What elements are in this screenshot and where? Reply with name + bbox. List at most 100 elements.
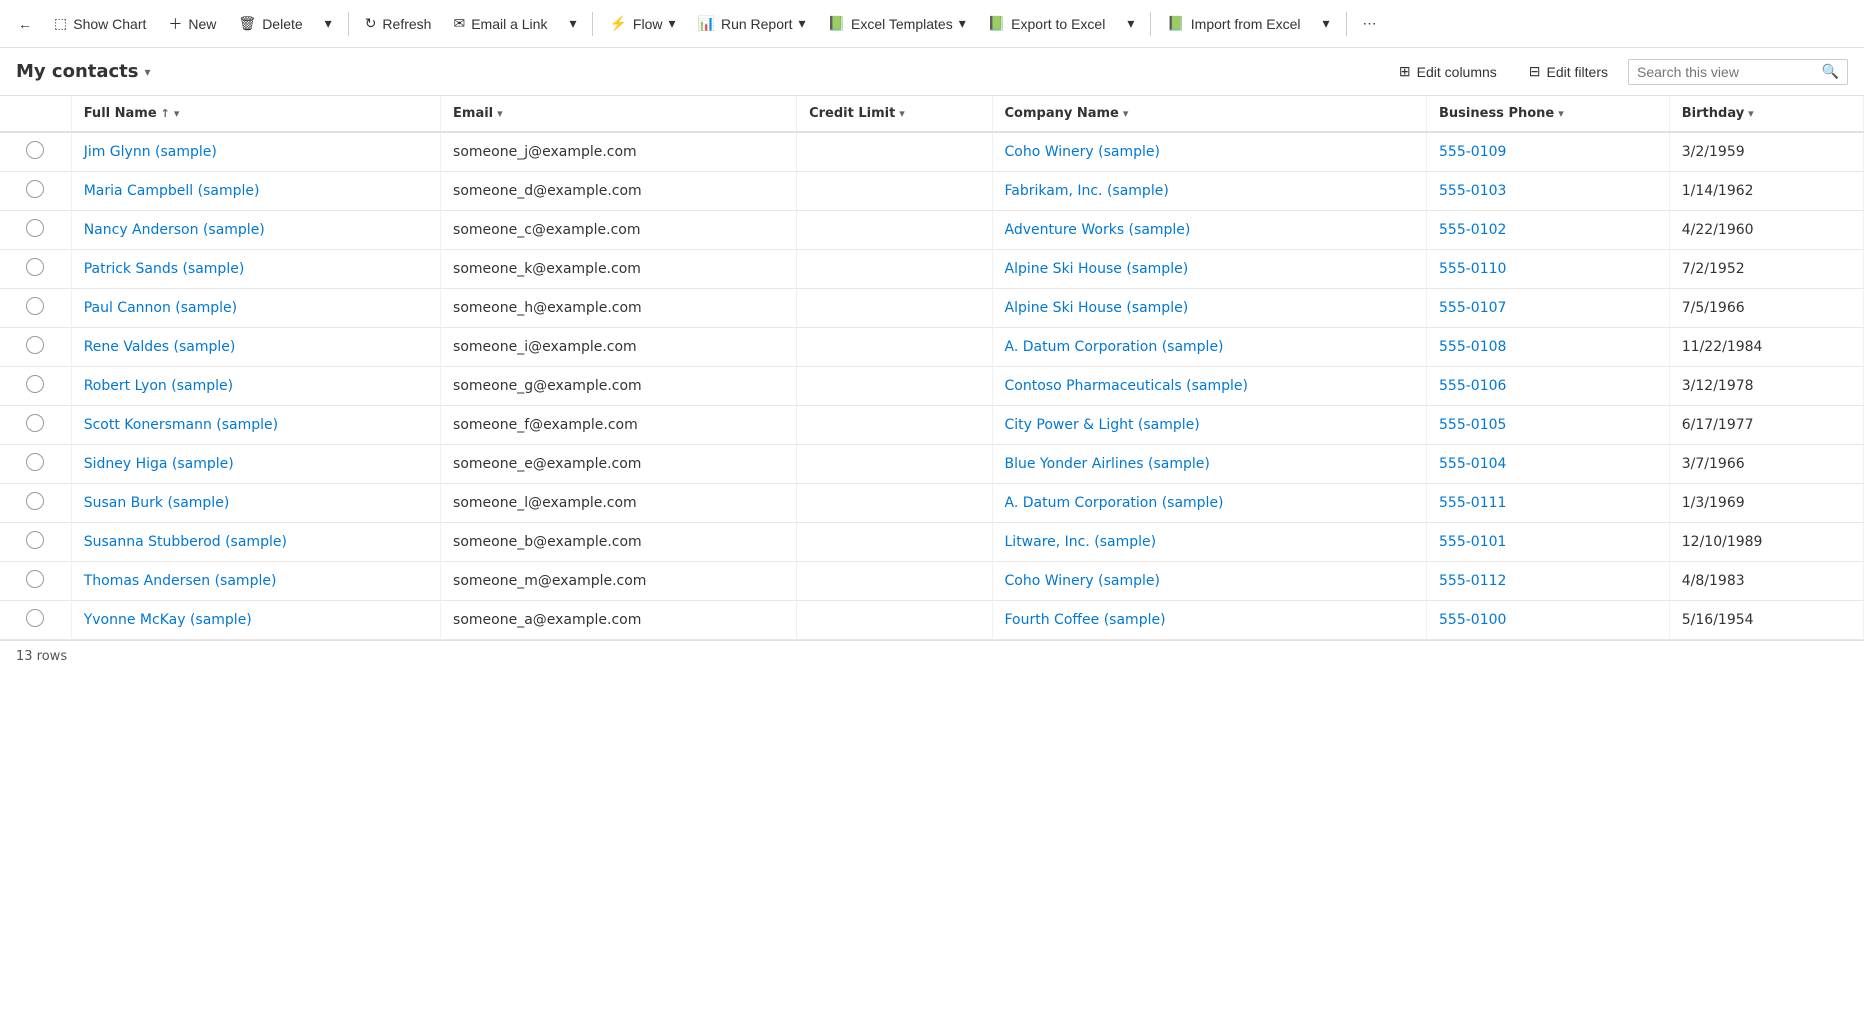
company-link[interactable]: A. Datum Corporation (sample) [1005, 495, 1224, 511]
phone-link[interactable]: 555-0102 [1439, 222, 1506, 238]
phone-link[interactable]: 555-0103 [1439, 183, 1506, 199]
company-link[interactable]: Contoso Pharmaceuticals (sample) [1005, 378, 1249, 394]
show-chart-button[interactable]: ⬚ Show Chart [44, 9, 156, 38]
company-link[interactable]: Coho Winery (sample) [1005, 573, 1160, 589]
phone-link[interactable]: 555-0112 [1439, 573, 1506, 589]
row-checkbox[interactable] [0, 484, 71, 523]
row-checkbox[interactable] [0, 523, 71, 562]
contact-name-link[interactable]: Patrick Sands (sample) [84, 261, 245, 277]
email-filter-icon: ▾ [497, 107, 503, 120]
contact-name-link[interactable]: Scott Konersmann (sample) [84, 417, 278, 433]
company-link[interactable]: A. Datum Corporation (sample) [1005, 339, 1224, 355]
th-full-name[interactable]: Full Name ↑ ▾ [71, 96, 440, 132]
contact-name-link[interactable]: Maria Campbell (sample) [84, 183, 260, 199]
excel-template-chevron: ▾ [959, 15, 966, 32]
refresh-button[interactable]: ↻ Refresh [355, 9, 442, 38]
birthday-filter-icon: ▾ [1748, 107, 1754, 120]
row-checkbox[interactable] [0, 367, 71, 406]
th-business-phone[interactable]: Business Phone ▾ [1427, 96, 1670, 132]
phone-link[interactable]: 555-0110 [1439, 261, 1506, 277]
email-link-button[interactable]: ✉ Email a Link [443, 9, 557, 38]
phone-link[interactable]: 555-0106 [1439, 378, 1506, 394]
contact-name-link[interactable]: Jim Glynn (sample) [84, 144, 217, 160]
row-checkbox[interactable] [0, 601, 71, 640]
phone-link[interactable]: 555-0100 [1439, 612, 1506, 628]
flow-button[interactable]: ⚡ Flow ▾ [599, 9, 685, 38]
phone-link[interactable]: 555-0108 [1439, 339, 1506, 355]
checkbox-circle[interactable] [26, 414, 44, 432]
phone-link[interactable]: 555-0111 [1439, 495, 1506, 511]
checkbox-circle[interactable] [26, 297, 44, 315]
company-link[interactable]: City Power & Light (sample) [1005, 417, 1200, 433]
phone-link[interactable]: 555-0105 [1439, 417, 1506, 433]
checkbox-circle[interactable] [26, 336, 44, 354]
contact-name-link[interactable]: Sidney Higa (sample) [84, 456, 234, 472]
search-box[interactable]: 🔍 [1628, 59, 1848, 85]
checkbox-circle[interactable] [26, 141, 44, 159]
contact-name-link[interactable]: Nancy Anderson (sample) [84, 222, 265, 238]
more-button[interactable]: ⋯ [1353, 9, 1387, 38]
footer: 13 rows [0, 640, 1864, 672]
cell-email: someone_l@example.com [441, 484, 797, 523]
row-checkbox[interactable] [0, 172, 71, 211]
phone-link[interactable]: 555-0104 [1439, 456, 1506, 472]
checkbox-circle[interactable] [26, 375, 44, 393]
checkbox-circle[interactable] [26, 531, 44, 549]
contact-name-link[interactable]: Robert Lyon (sample) [84, 378, 233, 394]
checkbox-circle[interactable] [26, 180, 44, 198]
filter-chevron-icon: ▾ [174, 107, 180, 120]
contact-name-link[interactable]: Susan Burk (sample) [84, 495, 230, 511]
checkbox-circle[interactable] [26, 492, 44, 510]
contact-name-link[interactable]: Paul Cannon (sample) [84, 300, 237, 316]
row-checkbox[interactable] [0, 406, 71, 445]
row-checkbox[interactable] [0, 132, 71, 172]
th-birthday[interactable]: Birthday ▾ [1669, 96, 1863, 132]
contact-name-link[interactable]: Yvonne McKay (sample) [84, 612, 252, 628]
delete-button[interactable]: 🗑 Delete [228, 9, 312, 38]
new-button[interactable]: ＋ New [158, 8, 226, 40]
row-checkbox[interactable] [0, 562, 71, 601]
company-link[interactable]: Fourth Coffee (sample) [1005, 612, 1166, 628]
cell-email: someone_d@example.com [441, 172, 797, 211]
company-link[interactable]: Alpine Ski House (sample) [1005, 300, 1189, 316]
checkbox-circle[interactable] [26, 219, 44, 237]
company-link[interactable]: Coho Winery (sample) [1005, 144, 1160, 160]
company-link[interactable]: Alpine Ski House (sample) [1005, 261, 1189, 277]
email-dropdown[interactable]: ▾ [559, 9, 586, 38]
edit-filters-button[interactable]: ⊟ Edit filters [1517, 58, 1620, 85]
company-link[interactable]: Blue Yonder Airlines (sample) [1005, 456, 1210, 472]
phone-link[interactable]: 555-0101 [1439, 534, 1506, 550]
company-link[interactable]: Fabrikam, Inc. (sample) [1005, 183, 1169, 199]
th-email[interactable]: Email ▾ [441, 96, 797, 132]
contact-name-link[interactable]: Susanna Stubberod (sample) [84, 534, 287, 550]
excel-templates-button[interactable]: 📗 Excel Templates ▾ [818, 9, 976, 38]
import-button[interactable]: 📗 Import from Excel [1157, 9, 1310, 38]
run-report-button[interactable]: 📊 Run Report ▾ [688, 9, 816, 38]
row-checkbox[interactable] [0, 289, 71, 328]
th-credit-limit[interactable]: Credit Limit ▾ [797, 96, 992, 132]
checkbox-circle[interactable] [26, 609, 44, 627]
row-checkbox[interactable] [0, 445, 71, 484]
export-dropdown[interactable]: ▾ [1117, 9, 1144, 38]
company-link[interactable]: Litware, Inc. (sample) [1005, 534, 1157, 550]
company-link[interactable]: Adventure Works (sample) [1005, 222, 1191, 238]
search-input[interactable] [1637, 64, 1822, 80]
contact-name-link[interactable]: Rene Valdes (sample) [84, 339, 236, 355]
th-company-name[interactable]: Company Name ▾ [992, 96, 1427, 132]
view-title[interactable]: My contacts ▾ [16, 61, 151, 82]
phone-link[interactable]: 555-0107 [1439, 300, 1506, 316]
import-dropdown[interactable]: ▾ [1313, 9, 1340, 38]
checkbox-circle[interactable] [26, 453, 44, 471]
cell-birthday: 7/2/1952 [1669, 250, 1863, 289]
delete-dropdown[interactable]: ▾ [315, 9, 342, 38]
row-checkbox[interactable] [0, 211, 71, 250]
edit-columns-button[interactable]: ⊞ Edit columns [1387, 58, 1509, 85]
export-button[interactable]: 📗 Export to Excel [978, 9, 1116, 38]
contact-name-link[interactable]: Thomas Andersen (sample) [84, 573, 277, 589]
checkbox-circle[interactable] [26, 258, 44, 276]
phone-link[interactable]: 555-0109 [1439, 144, 1506, 160]
back-button[interactable]: ← [8, 10, 42, 38]
row-checkbox[interactable] [0, 250, 71, 289]
row-checkbox[interactable] [0, 328, 71, 367]
checkbox-circle[interactable] [26, 570, 44, 588]
